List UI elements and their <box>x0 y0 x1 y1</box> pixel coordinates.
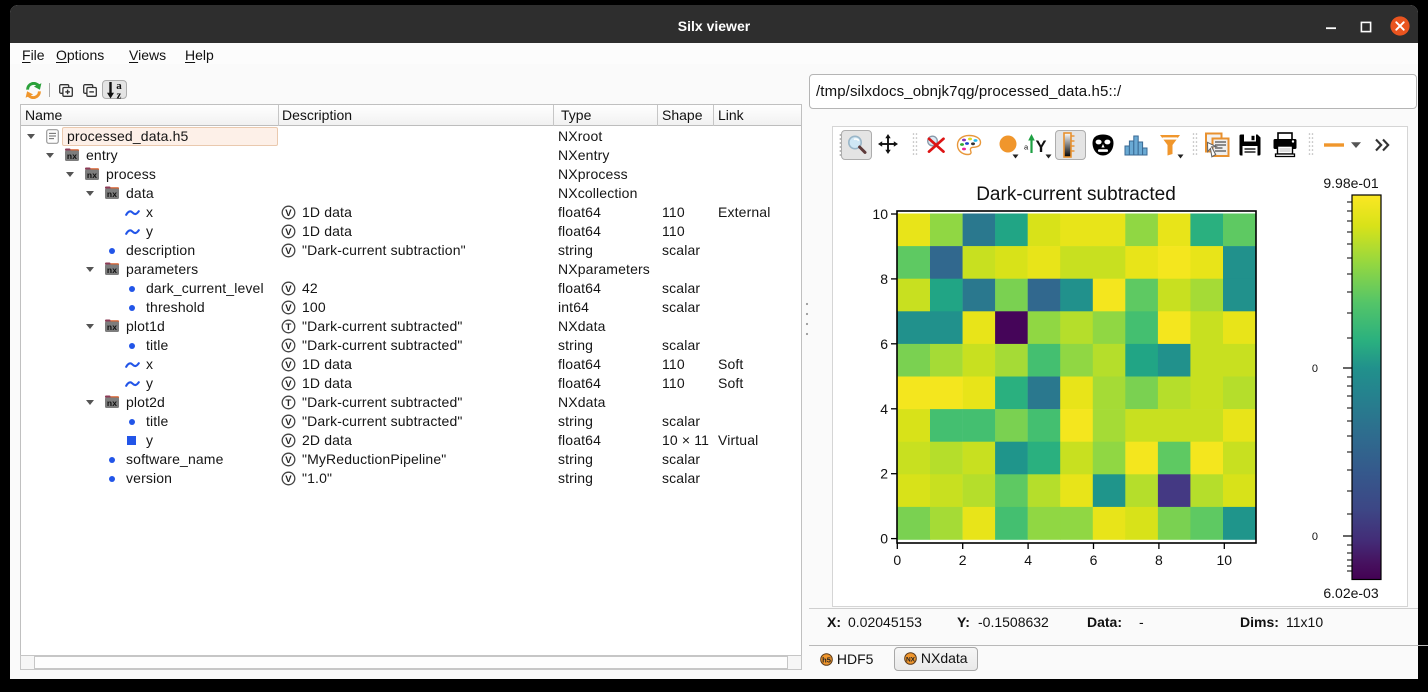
svg-text:4: 4 <box>1024 552 1032 568</box>
svg-text:Dark-current subtracted: Dark-current subtracted <box>976 184 1176 205</box>
svg-text:4: 4 <box>880 401 888 417</box>
svg-text:2: 2 <box>959 552 967 568</box>
svg-text:10: 10 <box>1217 552 1233 568</box>
svg-text:6: 6 <box>1090 552 1098 568</box>
svg-text:0: 0 <box>1312 363 1318 375</box>
svg-text:6.02e-03: 6.02e-03 <box>1323 585 1378 601</box>
svg-text:8: 8 <box>1155 552 1163 568</box>
svg-text:9.98e-01: 9.98e-01 <box>1323 175 1378 191</box>
svg-text:2: 2 <box>880 466 888 482</box>
svg-text:0: 0 <box>880 531 888 547</box>
svg-text:10: 10 <box>872 206 888 222</box>
svg-text:0: 0 <box>893 552 901 568</box>
svg-text:6: 6 <box>880 336 888 352</box>
svg-text:8: 8 <box>880 271 888 287</box>
svg-text:0: 0 <box>1312 531 1318 543</box>
